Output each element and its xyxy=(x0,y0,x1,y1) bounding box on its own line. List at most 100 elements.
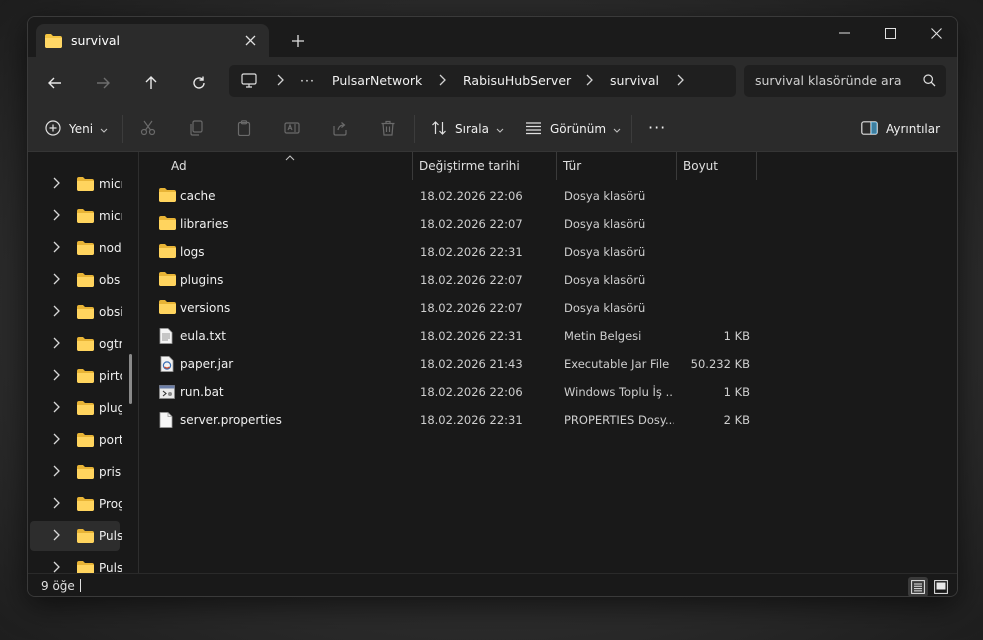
refresh-button[interactable] xyxy=(185,69,213,97)
sidebar-item[interactable]: obsidian xyxy=(30,297,122,327)
sidebar-item-label: Puls xyxy=(99,529,122,543)
new-tab-button[interactable] xyxy=(287,30,309,52)
details-button[interactable]: Ayrıntılar xyxy=(861,117,940,141)
sidebar-item[interactable]: node xyxy=(30,233,122,263)
jar-file-icon xyxy=(159,356,175,375)
share-button[interactable] xyxy=(332,117,348,141)
sidebar-item[interactable]: Puls xyxy=(30,553,122,573)
sidebar-item-label: node xyxy=(99,241,122,255)
clipboard-icon xyxy=(236,119,252,139)
file-type: Dosya klasörü xyxy=(564,217,646,231)
back-button[interactable] xyxy=(41,69,69,97)
file-row[interactable]: plugins 18.02.2026 22:07 Dosya klasörü xyxy=(151,266,756,294)
cut-button[interactable] xyxy=(140,117,156,141)
tab-survival[interactable]: survival xyxy=(36,24,269,57)
chevron-right-icon[interactable] xyxy=(52,401,60,416)
chevron-right-icon[interactable] xyxy=(585,74,593,89)
chevron-right-icon[interactable] xyxy=(52,561,60,573)
folder-icon xyxy=(159,188,176,205)
folder-icon xyxy=(159,244,176,261)
breadcrumb-rabisuhubserver[interactable]: RabisuHubServer xyxy=(463,73,571,88)
sidebar-item[interactable]: prism xyxy=(30,457,122,487)
chevron-right-icon[interactable] xyxy=(52,369,60,384)
rename-icon xyxy=(284,120,300,139)
folder-icon xyxy=(77,241,94,258)
file-row[interactable]: run.bat 18.02.2026 22:06 Windows Toplu İş … xyxy=(151,378,756,406)
sidebar-item[interactable]: Puls xyxy=(30,521,122,551)
folder-icon xyxy=(159,216,176,233)
chevron-right-icon[interactable] xyxy=(52,497,60,512)
breadcrumb-survival[interactable]: survival xyxy=(610,73,659,88)
sidebar-item[interactable]: plug xyxy=(30,393,122,423)
details-label: Ayrıntılar xyxy=(886,122,941,136)
tiles-view-button[interactable] xyxy=(931,577,951,596)
more-options-button[interactable]: ··· xyxy=(648,115,666,139)
chevron-right-icon[interactable] xyxy=(52,305,60,320)
file-name: cache xyxy=(180,189,216,203)
chevron-right-icon[interactable] xyxy=(52,209,60,224)
search-box[interactable]: survival klasöründe ara xyxy=(744,65,946,97)
sidebar-item[interactable]: micro xyxy=(30,169,122,199)
minimize-button[interactable] xyxy=(821,17,867,49)
sidebar-item[interactable]: obs xyxy=(30,265,120,295)
main-area: micro micro node obs obsidian ogtr pirto plug po… xyxy=(28,152,957,573)
file-row[interactable]: logs 18.02.2026 22:31 Dosya klasörü xyxy=(151,238,756,266)
chevron-right-icon[interactable] xyxy=(52,465,60,480)
delete-button[interactable] xyxy=(380,117,396,141)
forward-button[interactable] xyxy=(89,69,117,97)
sidebar-scrollbar[interactable] xyxy=(129,354,132,404)
view-label: Görünüm xyxy=(550,122,607,136)
chevron-right-icon[interactable] xyxy=(52,241,60,256)
status-bar: 9 öğe xyxy=(28,573,957,596)
chevron-right-icon[interactable] xyxy=(52,273,60,288)
sidebar-item[interactable]: pirto xyxy=(30,361,122,391)
file-row[interactable]: eula.txt 18.02.2026 22:31 Metin Belgesi 1 K… xyxy=(151,322,756,350)
close-tab-icon[interactable] xyxy=(241,31,259,49)
chevron-right-icon[interactable] xyxy=(438,74,446,89)
details-view-button[interactable] xyxy=(908,577,928,596)
search-placeholder: survival klasöründe ara xyxy=(755,73,902,88)
view-list-icon xyxy=(525,121,542,138)
rename-button[interactable] xyxy=(284,117,300,141)
sidebar-item[interactable]: micro xyxy=(30,201,122,231)
close-window-button[interactable] xyxy=(913,17,957,49)
copy-button[interactable] xyxy=(188,117,204,141)
sort-button[interactable]: Sırala xyxy=(431,117,504,141)
view-button[interactable]: Görünüm xyxy=(525,117,621,141)
breadcrumb-pulsarnetwork[interactable]: PulsarNetwork xyxy=(332,73,422,88)
text-file-icon xyxy=(159,328,173,347)
column-modified-label: Değiştirme tarihi xyxy=(419,159,520,173)
paste-button[interactable] xyxy=(236,117,252,141)
file-row[interactable]: paper.jar 18.02.2026 21:43 Executable Jar … xyxy=(151,350,756,378)
column-header-size[interactable]: Boyut xyxy=(677,152,757,180)
folder-icon xyxy=(77,337,94,354)
sidebar-item[interactable]: port xyxy=(30,425,122,455)
sidebar-item[interactable]: Prog xyxy=(30,489,122,519)
maximize-button[interactable] xyxy=(867,17,913,49)
column-header-name[interactable]: Ad xyxy=(139,152,413,180)
chevron-right-icon[interactable] xyxy=(52,433,60,448)
chevron-right-icon[interactable] xyxy=(676,74,684,89)
computer-icon[interactable] xyxy=(241,73,257,91)
file-row[interactable]: libraries 18.02.2026 22:07 Dosya klasörü xyxy=(151,210,756,238)
chevron-right-icon[interactable] xyxy=(52,337,60,352)
file-row[interactable]: versions 18.02.2026 22:07 Dosya klasörü xyxy=(151,294,756,322)
details-pane-icon xyxy=(861,120,878,138)
folder-icon xyxy=(77,497,94,514)
column-divider[interactable] xyxy=(756,152,757,180)
breadcrumb-more[interactable]: ··· xyxy=(300,73,315,88)
chevron-right-icon[interactable] xyxy=(52,177,60,192)
up-button[interactable] xyxy=(137,69,165,97)
new-button[interactable]: Yeni xyxy=(45,117,108,141)
sidebar-item[interactable]: ogtr xyxy=(30,329,122,359)
file-row[interactable]: server.properties 18.02.2026 22:31 PROPERT… xyxy=(151,406,756,434)
column-header-type[interactable]: Tür xyxy=(557,152,677,180)
chevron-right-icon[interactable] xyxy=(52,529,60,544)
search-icon[interactable] xyxy=(923,74,936,90)
file-name: paper.jar xyxy=(180,357,234,371)
address-bar[interactable]: ··· PulsarNetwork RabisuHubServer surviv… xyxy=(229,65,736,97)
file-row[interactable]: cache 18.02.2026 22:06 Dosya klasörü xyxy=(151,182,756,210)
file-name: run.bat xyxy=(180,385,224,399)
folder-icon xyxy=(159,272,176,289)
column-header-modified[interactable]: Değiştirme tarihi xyxy=(413,152,557,180)
